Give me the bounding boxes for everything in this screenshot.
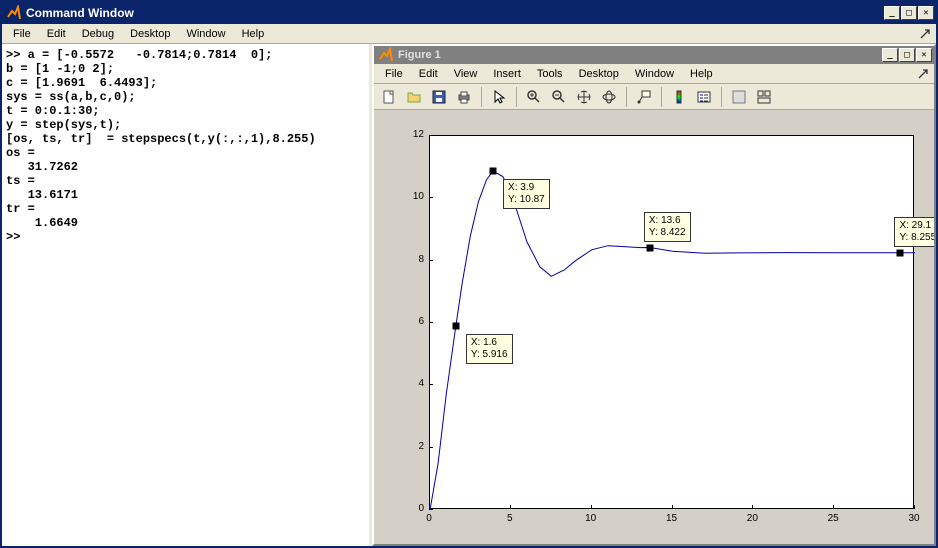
- data-marker[interactable]: [452, 322, 459, 329]
- y-tick: 6: [399, 316, 424, 327]
- pointer-icon[interactable]: [488, 86, 510, 108]
- command-window-text[interactable]: >> a = [-0.5572 -0.7814;0.7814 0]; b = […: [2, 44, 372, 546]
- x-tick: 25: [823, 513, 843, 524]
- new-file-icon[interactable]: [378, 86, 400, 108]
- zoom-in-icon[interactable]: [523, 86, 545, 108]
- x-tick: 30: [904, 513, 924, 524]
- data-tip[interactable]: X: 13.6Y: 8.422: [644, 212, 691, 242]
- y-tick: 8: [399, 254, 424, 265]
- figure-toolbar: [374, 84, 934, 110]
- menu-debug[interactable]: Debug: [75, 26, 121, 42]
- pan-icon[interactable]: [573, 86, 595, 108]
- menu-desktop[interactable]: Desktop: [123, 26, 177, 42]
- x-tick: 10: [581, 513, 601, 524]
- tile-icon[interactable]: [753, 86, 775, 108]
- y-tick: 12: [399, 129, 424, 140]
- data-tip[interactable]: X: 1.6Y: 5.916: [466, 334, 513, 364]
- menu-file[interactable]: File: [6, 26, 38, 42]
- data-cursor-icon[interactable]: [633, 86, 655, 108]
- fig-close-button[interactable]: ✕: [916, 48, 932, 62]
- maximize-button[interactable]: □: [901, 6, 917, 20]
- data-tip[interactable]: X: 3.9Y: 10.87: [503, 179, 550, 209]
- main-titlebar: Command Window _ □ ✕: [2, 2, 936, 24]
- fig-minimize-button[interactable]: _: [882, 48, 898, 62]
- y-tick: 2: [399, 441, 424, 452]
- figure-titlebar: Figure 1 _ □ ✕: [374, 46, 934, 64]
- menu-edit[interactable]: Edit: [40, 26, 73, 42]
- fig-menu-edit[interactable]: Edit: [412, 66, 445, 82]
- fig-menu-tools[interactable]: Tools: [530, 66, 570, 82]
- window-title: Command Window: [26, 6, 134, 20]
- save-icon[interactable]: [428, 86, 450, 108]
- y-tick: 10: [399, 191, 424, 202]
- fig-menu-desktop[interactable]: Desktop: [572, 66, 626, 82]
- legend-icon[interactable]: [693, 86, 715, 108]
- fig-menu-file[interactable]: File: [378, 66, 410, 82]
- undock-icon[interactable]: [918, 27, 932, 41]
- close-button[interactable]: ✕: [918, 6, 934, 20]
- fig-menu-view[interactable]: View: [447, 66, 485, 82]
- matlab-icon: [378, 47, 394, 63]
- matlab-icon: [6, 5, 22, 21]
- colorbar-icon[interactable]: [668, 86, 690, 108]
- open-file-icon[interactable]: [403, 86, 425, 108]
- data-marker[interactable]: [490, 168, 497, 175]
- data-marker[interactable]: [897, 249, 904, 256]
- fig-menu-window[interactable]: Window: [628, 66, 681, 82]
- fig-maximize-button[interactable]: □: [899, 48, 915, 62]
- fig-menu-help[interactable]: Help: [683, 66, 720, 82]
- figure-window: Figure 1 _ □ ✕ FileEditViewInsertToolsDe…: [372, 44, 936, 546]
- y-tick: 4: [399, 378, 424, 389]
- x-tick: 15: [662, 513, 682, 524]
- figure-menubar[interactable]: FileEditViewInsertToolsDesktopWindowHelp: [374, 64, 934, 84]
- menu-help[interactable]: Help: [235, 26, 272, 42]
- x-tick: 5: [500, 513, 520, 524]
- fig-undock-icon[interactable]: [916, 67, 930, 81]
- fig-menu-insert[interactable]: Insert: [486, 66, 528, 82]
- plot-canvas[interactable]: X: 1.6Y: 5.916 X: 3.9Y: 10.87 X: 13.6Y: 8.…: [374, 110, 934, 544]
- rotate3d-icon[interactable]: [598, 86, 620, 108]
- zoom-out-icon[interactable]: [548, 86, 570, 108]
- x-tick: 0: [419, 513, 439, 524]
- link-axes-icon[interactable]: [728, 86, 750, 108]
- minimize-button[interactable]: _: [884, 6, 900, 20]
- data-tip[interactable]: X: 29.1Y: 8.255: [894, 217, 934, 247]
- menu-window[interactable]: Window: [179, 26, 232, 42]
- data-marker[interactable]: [646, 244, 653, 251]
- main-menubar[interactable]: FileEditDebugDesktopWindowHelp: [2, 24, 936, 44]
- print-icon[interactable]: [453, 86, 475, 108]
- x-tick: 20: [742, 513, 762, 524]
- figure-title: Figure 1: [398, 49, 441, 61]
